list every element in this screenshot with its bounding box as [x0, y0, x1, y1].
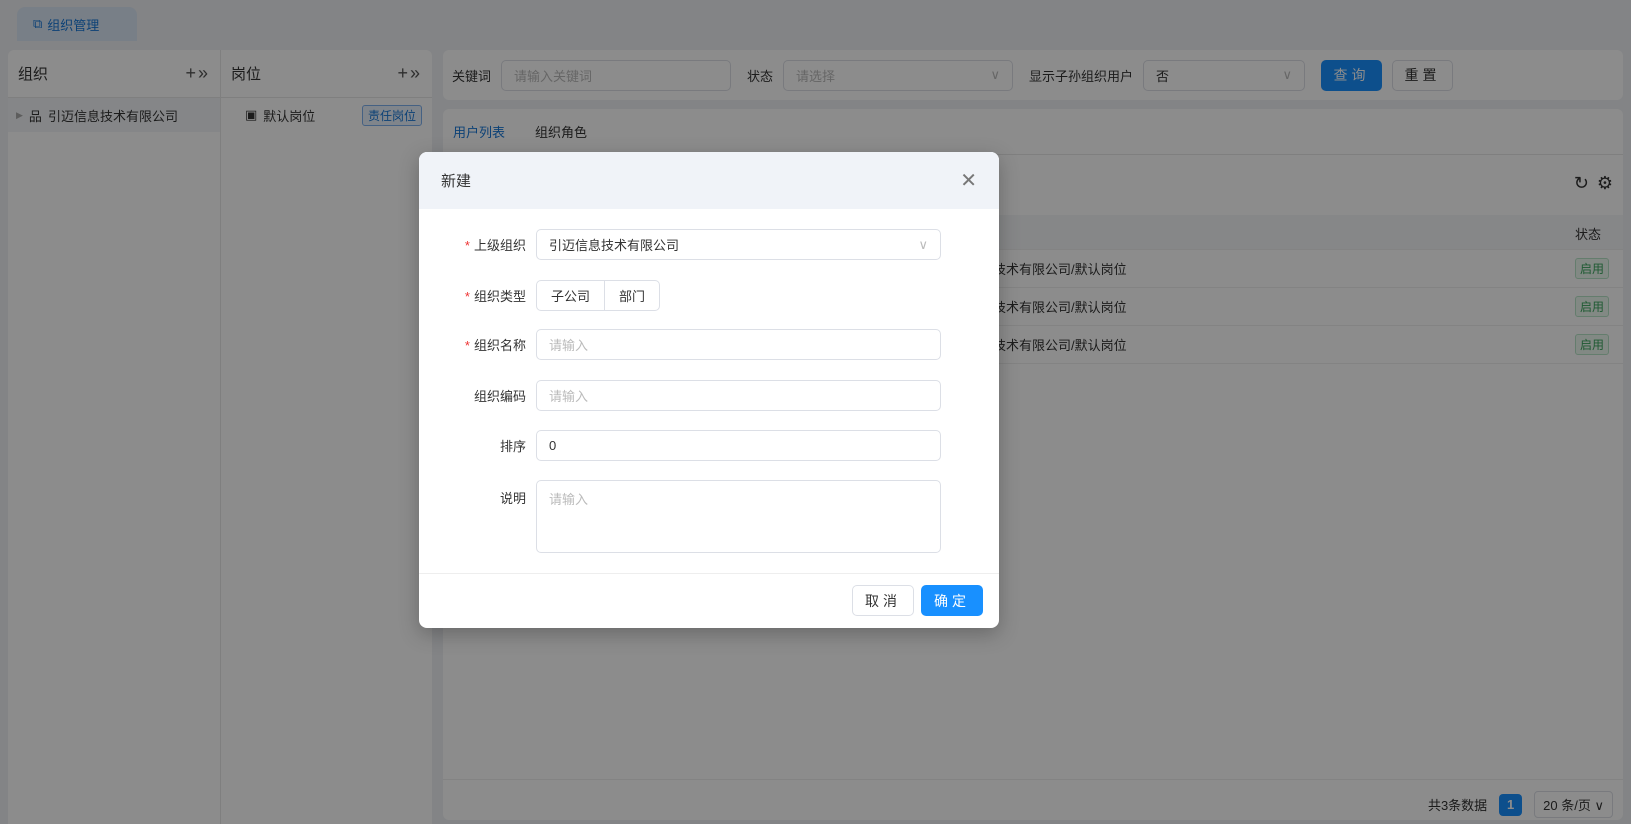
parent-org-label: 上级组织 [473, 238, 526, 253]
description-label: 说明 [499, 491, 526, 506]
org-code-label: 组织编码 [473, 389, 526, 404]
sort-label: 排序 [499, 439, 526, 454]
org-code-input[interactable]: 请输入 [536, 380, 941, 411]
org-type-label: 组织类型 [473, 289, 526, 304]
cancel-button[interactable]: 取消 [852, 585, 914, 616]
placeholder: 请输入 [549, 389, 589, 404]
sort-value: 0 [549, 438, 557, 453]
org-type-segmented: 子公司 部门 [536, 280, 661, 311]
parent-org-value: 引迈信息技术有限公司 [549, 238, 680, 253]
org-type-subsidiary[interactable]: 子公司 [537, 281, 604, 310]
sort-input[interactable]: 0 [536, 430, 941, 461]
org-name-label: 组织名称 [473, 338, 526, 353]
description-textarea[interactable]: 请输入 [536, 480, 941, 553]
new-org-dialog: 新建 ✕ * 上级组织 引迈信息技术有限公司 ∨ * 组织类型 子公司 部门 * 组织名称 请输入… [419, 152, 999, 628]
dialog-title: 新建 [441, 173, 472, 190]
confirm-button[interactable]: 确定 [921, 585, 983, 616]
parent-org-select[interactable]: 引迈信息技术有限公司 ∨ [536, 229, 941, 260]
close-icon[interactable]: ✕ [960, 168, 977, 193]
org-name-input[interactable]: 请输入 [536, 329, 941, 360]
placeholder: 请输入 [549, 338, 589, 353]
org-type-department[interactable]: 部门 [604, 281, 659, 310]
chevron-down-icon: ∨ [918, 236, 928, 252]
placeholder: 请输入 [549, 492, 589, 507]
